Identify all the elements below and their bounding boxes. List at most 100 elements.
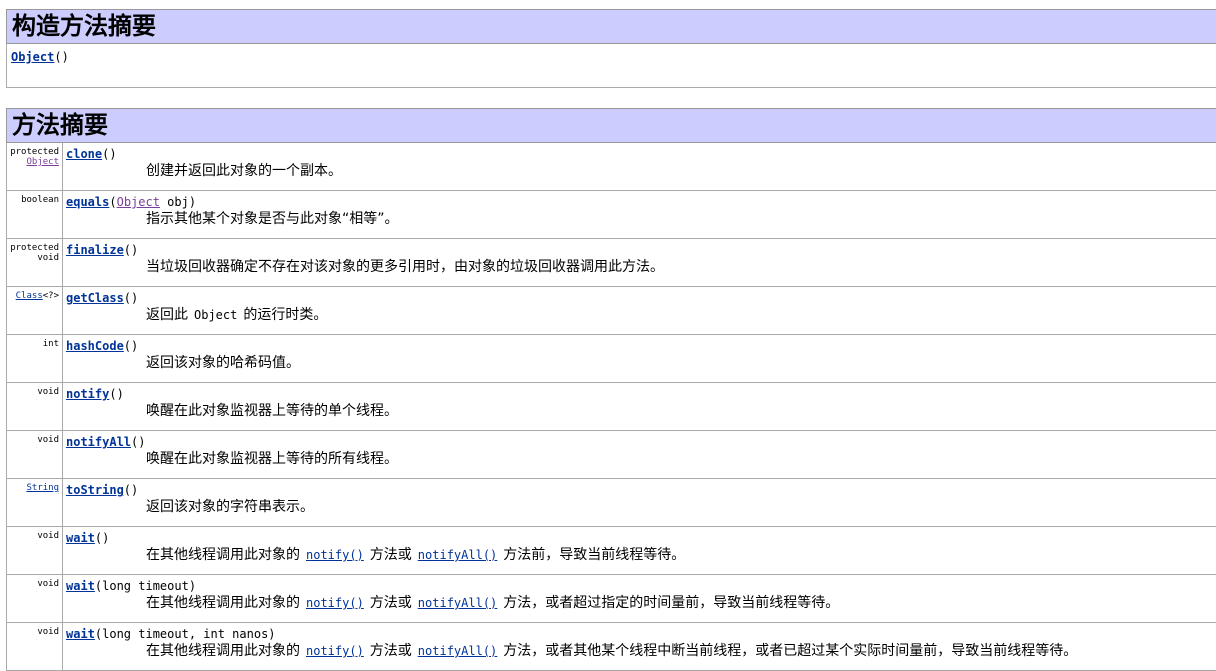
method-description: 返回该对象的字符串表示。	[66, 498, 1216, 516]
method-row: voidwait()在其他线程调用此对象的notify()方法或notifyAl…	[7, 527, 1216, 575]
method-params: (long timeout)	[95, 579, 196, 593]
method-link-clone[interactable]: clone	[66, 147, 102, 161]
method-description: 唤醒在此对象监视器上等待的所有线程。	[66, 450, 1216, 468]
desc-text: 方法前，导致当前线程等待。	[503, 547, 685, 563]
method-row: void notifyAll()唤醒在此对象监视器上等待的所有线程。	[7, 431, 1216, 479]
method-params: ()	[124, 291, 138, 305]
method-link-notify[interactable]: notify	[66, 387, 109, 401]
method-modifier: void	[37, 627, 59, 637]
method-modifier-cell: void	[7, 383, 63, 431]
desc-text: 在其他线程调用此对象的	[146, 595, 300, 611]
method-link-notifyAll[interactable]: notifyAll	[66, 435, 131, 449]
desc-text: 方法或	[370, 595, 412, 611]
desc-link-notify[interactable]: notify()	[300, 644, 370, 658]
method-signature-cell: toString() 返回该对象的字符串表示。	[63, 479, 1216, 527]
method-modifier-cell: Class<?>	[7, 287, 63, 335]
desc-text: 返回该对象的字符串表示。	[146, 499, 314, 515]
param-type-link[interactable]: Object	[117, 195, 160, 209]
constructor-summary-title: 构造方法摘要	[12, 12, 156, 40]
method-signature-cell: wait(long timeout)在其他线程调用此对象的notify()方法或…	[63, 575, 1216, 623]
method-row: Class<?>getClass()返回此Object的运行时类。	[7, 287, 1216, 335]
method-link-getClass[interactable]: getClass	[66, 291, 124, 305]
method-params: ()	[95, 531, 109, 545]
method-modifier-cell: boolean	[7, 191, 63, 239]
desc-text: 在其他线程调用此对象的	[146, 643, 300, 659]
method-signature-cell: finalize() 当垃圾回收器确定不存在对该对象的更多引用时，由对象的垃圾回收…	[63, 239, 1216, 287]
return-type-link[interactable]: String	[26, 483, 59, 493]
method-row: int hashCode()返回该对象的哈希码值。	[7, 335, 1216, 383]
method-link-toString[interactable]: toString	[66, 483, 124, 497]
method-modifier: void	[37, 435, 59, 445]
method-signature-cell: notify()唤醒在此对象监视器上等待的单个线程。	[63, 383, 1216, 431]
method-link-wait[interactable]: wait	[66, 531, 95, 545]
desc-text: 指示其他某个对象是否与此对象“相等”。	[146, 211, 399, 227]
method-description: 返回该对象的哈希码值。	[66, 354, 1216, 372]
desc-link-notifyAll[interactable]: notifyAll()	[412, 596, 503, 610]
method-description: 唤醒在此对象监视器上等待的单个线程。	[66, 402, 1216, 420]
method-link-hashCode[interactable]: hashCode	[66, 339, 124, 353]
desc-text: 创建并返回此对象的一个副本。	[146, 163, 342, 179]
method-params: obj)	[160, 195, 196, 209]
desc-link-notify[interactable]: notify()	[300, 548, 370, 562]
desc-text: 唤醒在此对象监视器上等待的单个线程。	[146, 403, 398, 419]
return-type: Class<?>	[16, 291, 59, 301]
desc-text: 方法，或者超过指定的时间量前，导致当前线程等待。	[503, 595, 839, 611]
desc-text: 唤醒在此对象监视器上等待的所有线程。	[146, 451, 398, 467]
method-modifier-cell: void	[7, 431, 63, 479]
method-params: ()	[124, 483, 138, 497]
method-description: 创建并返回此对象的一个副本。	[66, 162, 1216, 180]
method-description: 在其他线程调用此对象的notify()方法或notifyAll()方法，或者其他…	[66, 642, 1216, 660]
method-signature-cell: equals(Object obj) 指示其他某个对象是否与此对象“相等”。	[63, 191, 1216, 239]
return-type-link[interactable]: Class	[16, 291, 43, 301]
method-modifier: void	[37, 579, 59, 589]
method-params: ()	[102, 147, 116, 161]
desc-link-notify[interactable]: notify()	[300, 596, 370, 610]
method-description: 在其他线程调用此对象的notify()方法或notifyAll()方法，或者超过…	[66, 594, 1216, 612]
constructor-link-object[interactable]: Object	[11, 50, 54, 64]
method-modifier: void	[37, 387, 59, 397]
method-modifier: int	[43, 339, 59, 349]
method-signature-cell: wait(long timeout, int nanos)在其他线程调用此对象的…	[63, 623, 1216, 671]
desc-text: 方法或	[370, 643, 412, 659]
method-description: 当垃圾回收器确定不存在对该对象的更多引用时，由对象的垃圾回收器调用此方法。	[66, 258, 1216, 276]
method-modifier: protected	[10, 147, 59, 157]
desc-text: 在其他线程调用此对象的	[146, 547, 300, 563]
desc-text: 方法，或者其他某个线程中断当前线程，或者已超过某个实际时间量前，导致当前线程等待…	[503, 643, 1077, 659]
method-params: ()	[124, 243, 138, 257]
method-summary-header: 方法摘要	[7, 109, 1216, 143]
method-modifier-cell: void	[7, 623, 63, 671]
desc-text: 当垃圾回收器确定不存在对该对象的更多引用时，由对象的垃圾回收器调用此方法。	[146, 259, 664, 275]
method-modifier-cell: void	[7, 575, 63, 623]
desc-text: 方法或	[370, 547, 412, 563]
method-row: protectedvoid finalize() 当垃圾回收器确定不存在对该对象的更…	[7, 239, 1216, 287]
method-link-wait[interactable]: wait	[66, 579, 95, 593]
method-row: boolean equals(Object obj) 指示其他某个对象是否与此对象“…	[7, 191, 1216, 239]
method-link-wait[interactable]: wait	[66, 627, 95, 641]
method-params: ()	[124, 339, 138, 353]
method-row: void notify()唤醒在此对象监视器上等待的单个线程。	[7, 383, 1216, 431]
method-params: ()	[131, 435, 145, 449]
method-modifier-cell: void	[7, 527, 63, 575]
method-signature-cell: hashCode()返回该对象的哈希码值。	[63, 335, 1216, 383]
constructor-summary-table: 构造方法摘要 Object()	[6, 9, 1216, 88]
method-row: String toString() 返回该对象的字符串表示。	[7, 479, 1216, 527]
method-row: voidwait(long timeout)在其他线程调用此对象的notify(…	[7, 575, 1216, 623]
method-summary-title: 方法摘要	[12, 111, 108, 139]
method-link-equals[interactable]: equals	[66, 195, 109, 209]
method-link-finalize[interactable]: finalize	[66, 243, 124, 257]
return-type: void	[37, 253, 59, 263]
method-modifier-cell: protectedObject	[7, 143, 63, 191]
method-params: (	[109, 195, 116, 209]
method-modifier: protected	[10, 243, 59, 253]
desc-link-notifyAll[interactable]: notifyAll()	[412, 548, 503, 562]
constructor-params: ()	[54, 50, 68, 64]
method-modifier: boolean	[21, 195, 59, 205]
method-description: 在其他线程调用此对象的notify()方法或notifyAll()方法前，导致当…	[66, 546, 1216, 564]
method-signature-cell: wait()在其他线程调用此对象的notify()方法或notifyAll()方…	[63, 527, 1216, 575]
return-type-link[interactable]: Object	[26, 157, 59, 167]
method-params: (long timeout, int nanos)	[95, 627, 276, 641]
method-modifier-cell: int	[7, 335, 63, 383]
desc-link-notifyAll[interactable]: notifyAll()	[412, 644, 503, 658]
method-description: 指示其他某个对象是否与此对象“相等”。	[66, 210, 1216, 228]
method-signature-cell: clone() 创建并返回此对象的一个副本。	[63, 143, 1216, 191]
